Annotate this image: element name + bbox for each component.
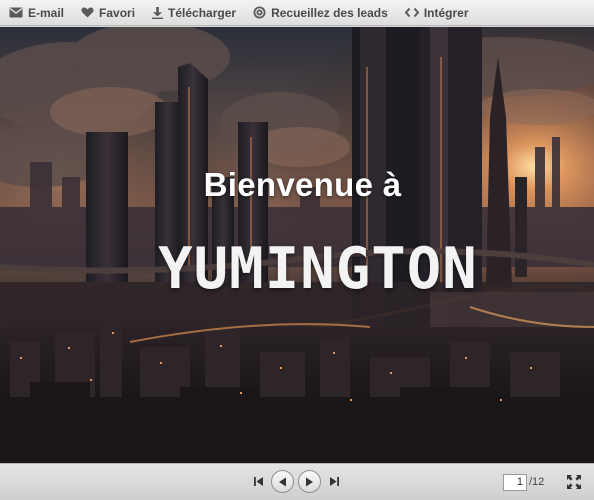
bottom-navigation-bar: 1 /12 xyxy=(0,463,594,500)
integrer-label: Intégrer xyxy=(423,5,469,20)
welcome-heading: Bienvenue à xyxy=(203,166,402,203)
favori-button[interactable]: Favori xyxy=(81,3,135,23)
leads-label: Recueillez des leads xyxy=(271,5,388,20)
favori-label: Favori xyxy=(99,5,136,20)
page-number-input[interactable]: 1 xyxy=(503,474,527,491)
page-total: /12 xyxy=(529,476,545,488)
fullscreen-icon[interactable] xyxy=(567,475,581,489)
leads-icon xyxy=(253,6,266,19)
telecharger-label: Télécharger xyxy=(168,5,237,20)
heart-icon xyxy=(81,7,94,18)
next-page-button[interactable] xyxy=(298,470,321,493)
download-icon xyxy=(152,6,164,19)
brand-title: YUMINGTON xyxy=(158,235,478,302)
first-page-icon[interactable] xyxy=(254,477,264,486)
code-icon xyxy=(404,7,419,18)
slide-viewer[interactable]: Bienvenue à YUMINGTON xyxy=(0,27,594,463)
email-button[interactable]: E-mail xyxy=(9,3,64,23)
arrow-left-icon xyxy=(279,477,286,486)
email-label: E-mail xyxy=(28,5,65,20)
top-toolbar: E-mail Favori Télécharger Recueillez des… xyxy=(0,0,594,26)
previous-page-button[interactable] xyxy=(271,470,294,493)
telecharger-button[interactable]: Télécharger xyxy=(152,3,236,23)
envelope-icon xyxy=(9,7,23,18)
integrer-button[interactable]: Intégrer xyxy=(404,3,469,23)
leads-button[interactable]: Recueillez des leads xyxy=(253,3,388,23)
arrow-right-icon xyxy=(306,477,313,486)
last-page-icon[interactable] xyxy=(329,477,339,486)
